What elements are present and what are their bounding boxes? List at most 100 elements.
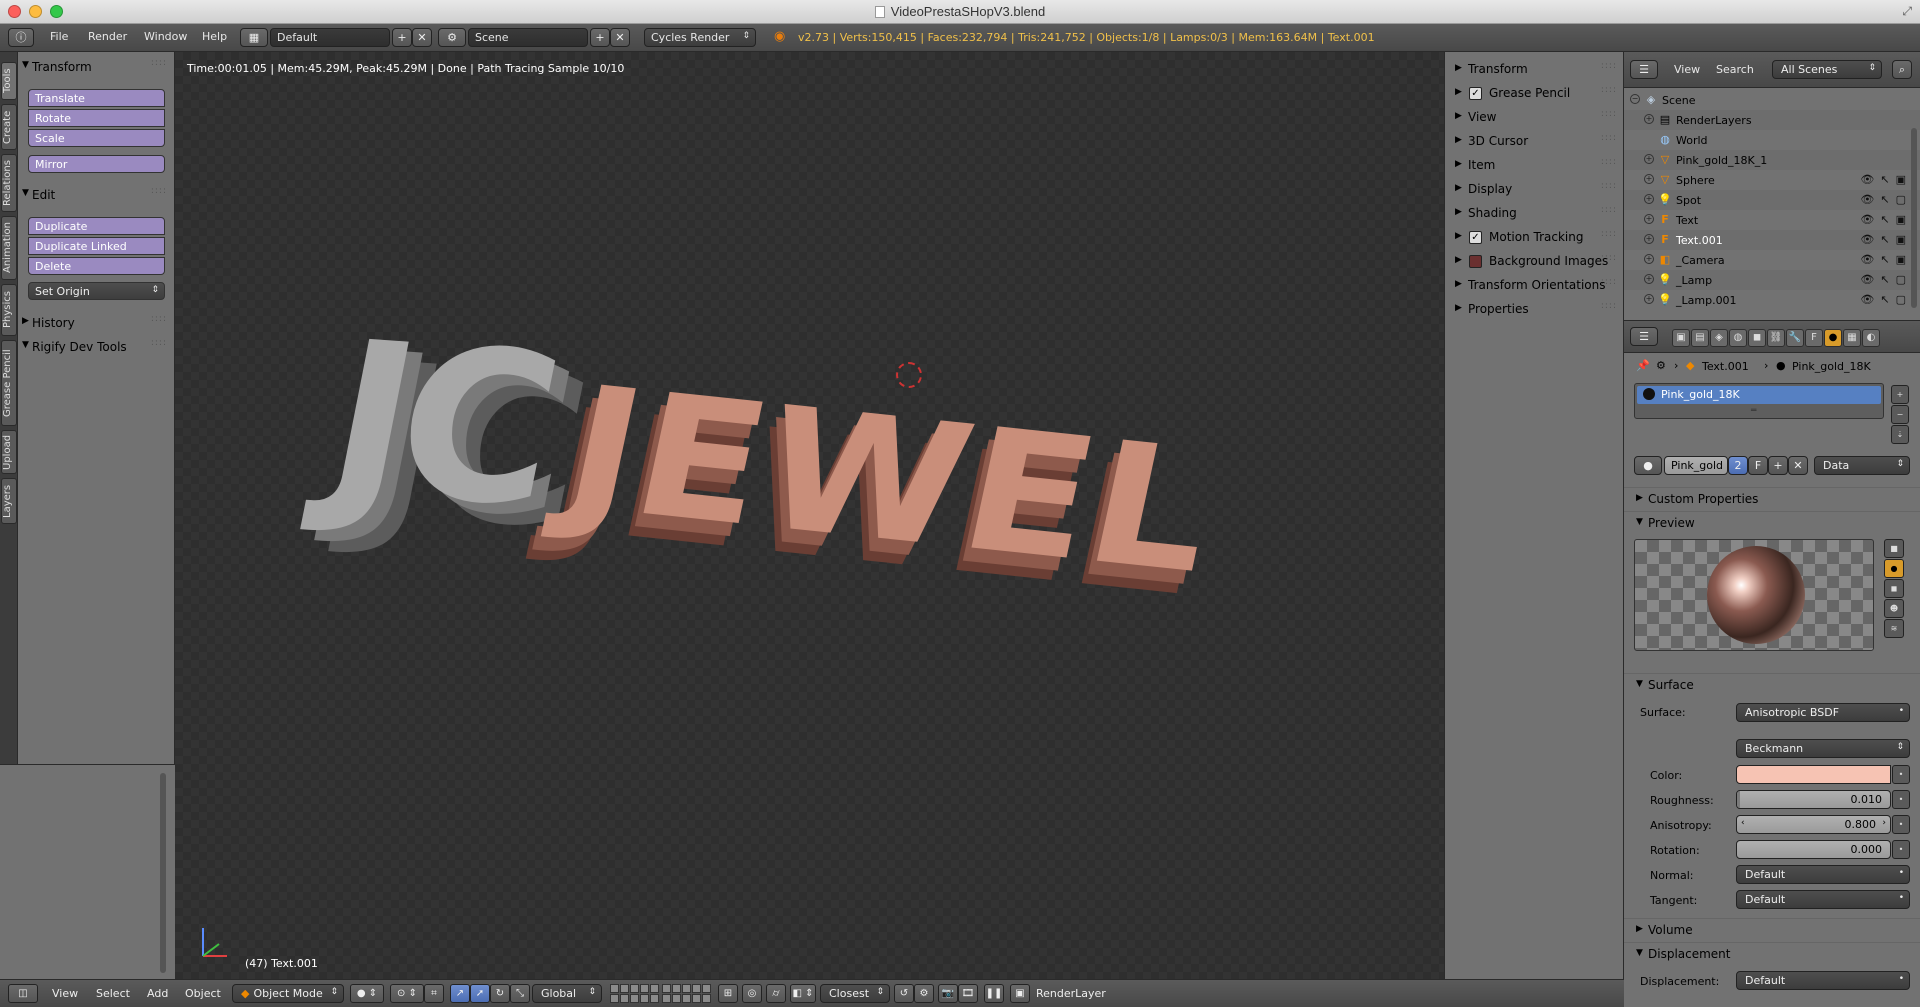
scene-icon[interactable]: ⚙ [438, 28, 466, 47]
pin-icon[interactable]: 📌 [1636, 359, 1650, 372]
grip-icon[interactable]: :::: [151, 338, 167, 348]
browse-material-icon[interactable]: ● [1634, 456, 1662, 475]
select-cursor-icon[interactable]: ↖ [1880, 293, 1889, 306]
render-camera-icon[interactable]: ▢ [1896, 273, 1906, 286]
displacement-dropdown[interactable]: Default • [1736, 971, 1910, 990]
panel-edit-header[interactable]: ▼ Edit:::: [18, 184, 175, 206]
scale-manipulator-icon[interactable]: ⤡ [510, 984, 530, 1003]
world-tab-icon[interactable]: ◍ [1729, 329, 1747, 347]
expand-icon[interactable]: + [1644, 234, 1654, 244]
snap-element-icon[interactable]: ◧ ⇕ [790, 984, 816, 1003]
pivot-point-icon[interactable]: ⊙ ⇕ [390, 984, 424, 1003]
preview-flat-icon[interactable]: ■ [1884, 539, 1904, 558]
grip-icon[interactable]: :::: [151, 186, 167, 196]
npanel-shading[interactable]: ▶ Shading:::: [1445, 202, 1625, 226]
expand-icon[interactable]: + [1644, 174, 1654, 184]
outliner-menu-view[interactable]: View [1674, 63, 1700, 76]
outliner-item-lamp[interactable]: + 💡 _Lamp 👁 ↖ ▢ [1624, 270, 1920, 290]
npanel-properties[interactable]: ▶ Properties:::: [1445, 298, 1625, 322]
fullscreen-icon[interactable]: ⤢ [1902, 4, 1912, 19]
grip-icon[interactable]: :::: [1601, 253, 1617, 263]
panel-history-header[interactable]: ▶ History:::: [18, 312, 175, 334]
screen-layout-icon[interactable]: ▦ [240, 28, 268, 47]
tab-grease-pencil[interactable]: Grease Pencil [1, 340, 17, 426]
expand-icon[interactable]: + [1644, 214, 1654, 224]
opengl-render-icon[interactable]: 📷 [938, 984, 958, 1003]
preview-sphere-icon[interactable]: ● [1884, 559, 1904, 578]
tangent-dropdown[interactable]: Default • [1736, 890, 1910, 909]
expand-icon[interactable]: + [1644, 154, 1654, 164]
roughness-slider[interactable]: 0.010 [1736, 790, 1891, 809]
menu-help[interactable]: Help [202, 30, 227, 43]
visibility-eye-icon[interactable]: 👁 [1860, 193, 1874, 206]
menu-select[interactable]: Select [96, 987, 130, 1000]
outliner-item-text[interactable]: + F Text 👁 ↖ ▣ [1624, 210, 1920, 230]
snap-toggle-icon[interactable]: ⌭ [766, 984, 786, 1003]
delete-button[interactable]: Delete [28, 257, 165, 275]
snap-project-icon[interactable]: ⚙ [914, 984, 934, 1003]
resize-grip-icon[interactable]: ═ [1751, 406, 1756, 416]
properties-editor-icon[interactable]: ☰ [1630, 327, 1658, 346]
scene-field[interactable]: Scene [468, 28, 588, 47]
select-cursor-icon[interactable]: ↖ [1880, 233, 1889, 246]
npanel-3d-cursor[interactable]: ▶ 3D Cursor:::: [1445, 130, 1625, 154]
increment-arrow-icon[interactable]: › [1882, 818, 1886, 828]
material-link-dropdown[interactable]: Data ⇕ [1814, 456, 1910, 475]
section-surface[interactable]: ▼ Surface [1624, 673, 1920, 695]
mirror-button[interactable]: Mirror [28, 155, 165, 173]
screen-layout-field[interactable]: Default [270, 28, 390, 47]
section-preview[interactable]: ▼ Preview [1624, 511, 1920, 533]
translate-manipulator-icon[interactable]: ➚ [470, 984, 490, 1003]
remove-scene-button[interactable]: ✕ [610, 28, 630, 47]
npanel-display[interactable]: ▶ Display:::: [1445, 178, 1625, 202]
proportional-edit-icon[interactable]: ◎ [742, 984, 762, 1003]
rotate-manipulator-icon[interactable]: ↻ [490, 984, 510, 1003]
material-users-count[interactable]: 2 [1728, 456, 1748, 475]
render-tab-icon[interactable]: ▣ [1672, 329, 1690, 347]
scrollbar[interactable] [160, 773, 166, 973]
slot-specials-button[interactable]: ⇣ [1891, 425, 1909, 444]
grip-icon[interactable]: :::: [1601, 157, 1617, 167]
render-camera-icon[interactable]: ▢ [1896, 193, 1906, 206]
select-cursor-icon[interactable]: ↖ [1880, 213, 1889, 226]
3d-viewport[interactable]: Time:00:01.05 | Mem:45.29M, Peak:45.29M … [175, 52, 1444, 979]
outliner-item-renderlayers[interactable]: + ▤ RenderLayers [1624, 110, 1920, 130]
select-cursor-icon[interactable]: ↖ [1880, 193, 1889, 206]
expand-icon[interactable]: + [1644, 114, 1654, 124]
npanel-view[interactable]: ▶ View:::: [1445, 106, 1625, 130]
object-tab-icon[interactable]: ◼ [1748, 329, 1766, 347]
physics-tab-icon[interactable]: ◐ [1862, 329, 1880, 347]
checkbox-unchecked[interactable] [1469, 255, 1482, 268]
visibility-eye-icon[interactable]: 👁 [1860, 273, 1874, 286]
add-slot-button[interactable]: + [1891, 385, 1909, 404]
material-name-field[interactable]: Pink_gold [1664, 456, 1728, 475]
expand-icon[interactable]: − [1630, 94, 1640, 104]
outliner-item-pink-gold[interactable]: + ▽ Pink_gold_18K_1 [1624, 150, 1920, 170]
editor-type-icon[interactable]: ⓘ [8, 28, 34, 47]
select-cursor-icon[interactable]: ↖ [1880, 173, 1889, 186]
checkbox-checked[interactable]: ✓ [1469, 231, 1482, 244]
grip-icon[interactable]: :::: [151, 314, 167, 324]
grip-icon[interactable]: :::: [1601, 181, 1617, 191]
color-swatch[interactable] [1736, 765, 1891, 784]
npanel-grease-pencil[interactable]: ▶ ✓ Grease Pencil:::: [1445, 82, 1625, 106]
npanel-transform-orientations[interactable]: ▶ Transform Orientations:::: [1445, 274, 1625, 298]
add-layout-button[interactable]: + [392, 28, 412, 47]
search-icon[interactable]: ⌕ [1892, 60, 1912, 79]
grip-icon[interactable]: :::: [1601, 61, 1617, 71]
section-custom-properties[interactable]: ▶ Custom Properties [1624, 487, 1920, 509]
anisotropy-link-button[interactable]: • [1892, 815, 1910, 834]
new-material-button[interactable]: + [1768, 456, 1788, 475]
unlink-material-button[interactable]: ✕ [1788, 456, 1808, 475]
menu-file[interactable]: File [50, 30, 68, 43]
select-cursor-icon[interactable]: ↖ [1880, 253, 1889, 266]
fake-user-button[interactable]: F [1748, 456, 1768, 475]
scale-button[interactable]: Scale [28, 129, 165, 147]
select-cursor-icon[interactable]: ↖ [1880, 273, 1889, 286]
grip-icon[interactable]: :::: [1601, 301, 1617, 311]
duplicate-linked-button[interactable]: Duplicate Linked [28, 237, 165, 255]
snap-target-dropdown[interactable]: Closest ⇕ [820, 984, 890, 1003]
outliner-item-lamp-001[interactable]: + 💡 _Lamp.001 👁 ↖ ▢ [1624, 290, 1920, 310]
3d-cursor-icon[interactable] [896, 362, 922, 388]
add-scene-button[interactable]: + [590, 28, 610, 47]
